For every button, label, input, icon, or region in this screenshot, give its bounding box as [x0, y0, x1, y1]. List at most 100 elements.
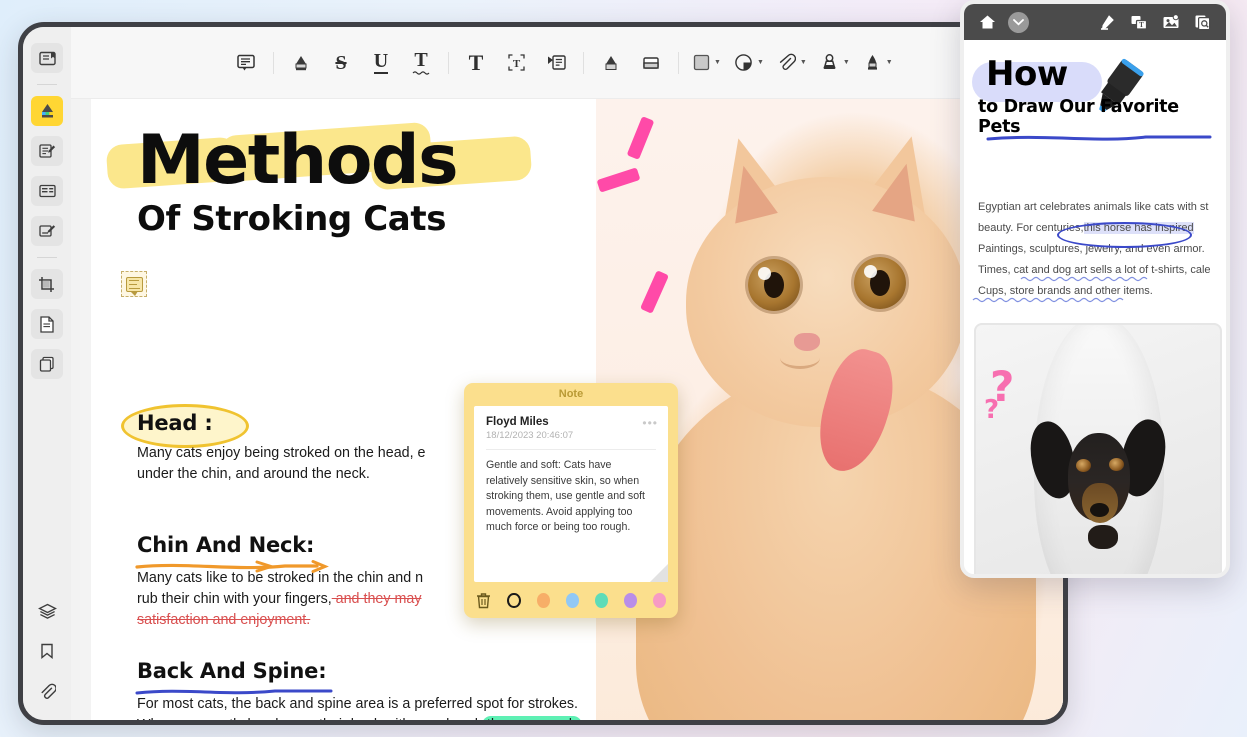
note-color-pink[interactable]: [652, 592, 666, 608]
signature-tool[interactable]: ▼: [860, 46, 895, 80]
left-sidebar: [23, 27, 71, 720]
note-author: Floyd Miles: [486, 416, 549, 428]
toolbar-divider-1: [273, 51, 274, 74]
note-divider: [486, 449, 656, 450]
note-delete-button[interactable]: [476, 592, 491, 609]
pdf-page[interactable]: Methods Of Stroking Cats Head : Many cat…: [91, 99, 1063, 720]
chevron-down-icon[interactable]: ▼: [843, 59, 850, 66]
home-icon[interactable]: [976, 11, 998, 33]
chevron-down-icon[interactable]: [1008, 11, 1029, 33]
layers-icon[interactable]: [31, 596, 63, 626]
eraser-tool[interactable]: [635, 46, 667, 80]
sign-icon[interactable]: [31, 216, 63, 246]
cat-eye-right: [854, 257, 906, 309]
chevron-down-icon[interactable]: ▼: [714, 59, 721, 66]
note-color-blue[interactable]: [565, 592, 579, 608]
note-popup[interactable]: Note ••• Floyd Miles 18/12/2023 20:46:07…: [464, 383, 678, 618]
highlighter-icon[interactable]: [1096, 11, 1118, 33]
pink-mark-2: [596, 167, 641, 193]
note-body-text[interactable]: Gentle and soft: Cats have relatively se…: [486, 458, 656, 536]
app-window: S U T T T ▼ ▼ ▼ ▼ ▼ Methods Of Stroking …: [18, 22, 1068, 725]
cat-eye-left: [748, 259, 800, 311]
dog-nose: [1090, 503, 1109, 517]
page-scroll-area[interactable]: Methods Of Stroking Cats Head : Many cat…: [71, 99, 1063, 720]
stamp-tool[interactable]: ▼: [817, 46, 852, 80]
stamp-color-tool[interactable]: ▼: [731, 46, 766, 80]
question-mark-small: ?: [984, 394, 1000, 425]
underline-tool[interactable]: U: [365, 46, 397, 80]
organize-pages-icon[interactable]: [31, 349, 63, 379]
side-window-page[interactable]: How to Draw Our Favorite Pets Egyptian a…: [964, 40, 1226, 574]
dog-paw: [1088, 525, 1118, 549]
side-line-4: Times, cat and dog art sells a lot of t-…: [978, 260, 1212, 282]
section-head-heading: Head :: [137, 411, 213, 435]
page-extract-icon[interactable]: [31, 309, 63, 339]
note-card: ••• Floyd Miles 18/12/2023 20:46:07 Gent…: [474, 406, 668, 582]
image-edit-icon[interactable]: [1160, 11, 1182, 33]
dog-eye-left: [1076, 459, 1091, 472]
chevron-down-icon[interactable]: ▼: [886, 59, 893, 66]
note-marker-box: [125, 276, 143, 296]
toolbar-divider-4: [678, 51, 679, 74]
struck-text-2: satisfaction and enjoyment.: [137, 612, 311, 628]
toolbar-divider-2: [448, 51, 449, 74]
cat-mouth: [780, 347, 820, 369]
rail-divider-1: [37, 84, 57, 85]
side-window-toolbar: T: [964, 4, 1226, 40]
svg-text:T: T: [512, 58, 520, 70]
note-color-purple[interactable]: [623, 592, 637, 608]
text-callout-tool[interactable]: [540, 46, 572, 80]
blue-ellipse-annotation[interactable]: [1057, 222, 1192, 248]
dog-photo: ??: [974, 323, 1222, 574]
note-more-button[interactable]: •••: [642, 416, 658, 430]
section-spine-heading: Back And Spine:: [137, 659, 327, 683]
note-color-orange[interactable]: [536, 592, 550, 608]
compare-pages-icon[interactable]: [1192, 11, 1214, 33]
shape-tool[interactable]: ▼: [690, 46, 723, 80]
page-title-line2: Of Stroking Cats: [137, 199, 447, 239]
edit-text-icon[interactable]: [31, 136, 63, 166]
pencil-tool[interactable]: [595, 46, 627, 80]
bookmark-icon[interactable]: [31, 636, 63, 666]
rail-divider-2: [37, 257, 57, 258]
side-line-1: Egyptian art celebrates animals like cat…: [978, 201, 1209, 213]
cat-head: [686, 177, 966, 427]
green-highlight-1[interactable]: they may arch: [481, 716, 582, 720]
svg-text:T: T: [1139, 21, 1144, 29]
secondary-document-window[interactable]: T How to Draw Our Favorite Pets Egyptian…: [960, 0, 1230, 578]
text-box-tool[interactable]: T: [460, 46, 492, 80]
attachment-icon[interactable]: [31, 676, 63, 706]
attachment-tool[interactable]: ▼: [774, 46, 809, 80]
highlight-tool-icon[interactable]: [31, 96, 63, 126]
note-comment-tool[interactable]: [230, 46, 262, 80]
ocr-text-icon[interactable]: T: [1128, 11, 1150, 33]
side-subtitle: to Draw Our Favorite Pets: [978, 97, 1179, 137]
form-fields-icon[interactable]: [31, 176, 63, 206]
blue-underline-annotation[interactable]: [135, 686, 335, 698]
page-title-line1: Methods: [137, 121, 459, 200]
side-line-5: Cups, store brands and other items.: [972, 281, 1212, 303]
chevron-down-icon[interactable]: ▼: [757, 59, 764, 66]
orange-arrow-annotation[interactable]: [135, 559, 330, 575]
chevron-down-icon[interactable]: ▼: [800, 59, 807, 66]
strikethrough-tool[interactable]: S: [325, 46, 357, 80]
text-field-tool[interactable]: T: [500, 46, 532, 80]
dog-eye-right: [1109, 458, 1124, 471]
squiggly-tool[interactable]: T: [405, 46, 437, 80]
note-color-teal[interactable]: [594, 592, 608, 608]
note-color-none[interactable]: [507, 592, 521, 608]
pink-mark-1: [626, 116, 655, 160]
note-marker-icon[interactable]: [121, 271, 147, 297]
read-mode-icon[interactable]: [31, 43, 63, 73]
highlight-tool[interactable]: [285, 46, 317, 80]
note-resize-handle[interactable]: [650, 564, 668, 582]
crop-icon[interactable]: [31, 269, 63, 299]
note-timestamp: 18/12/2023 20:46:07: [486, 430, 574, 441]
question-mark-annotation: ??: [984, 362, 1015, 425]
note-popup-title: Note: [558, 388, 584, 400]
pink-mark-3: [640, 270, 669, 314]
side-body-text: Egyptian art celebrates animals like cat…: [972, 197, 1212, 303]
blue-underline-side[interactable]: [986, 132, 1214, 144]
struck-text: and they may: [331, 591, 422, 607]
note-footer-toolbar: [464, 582, 678, 618]
